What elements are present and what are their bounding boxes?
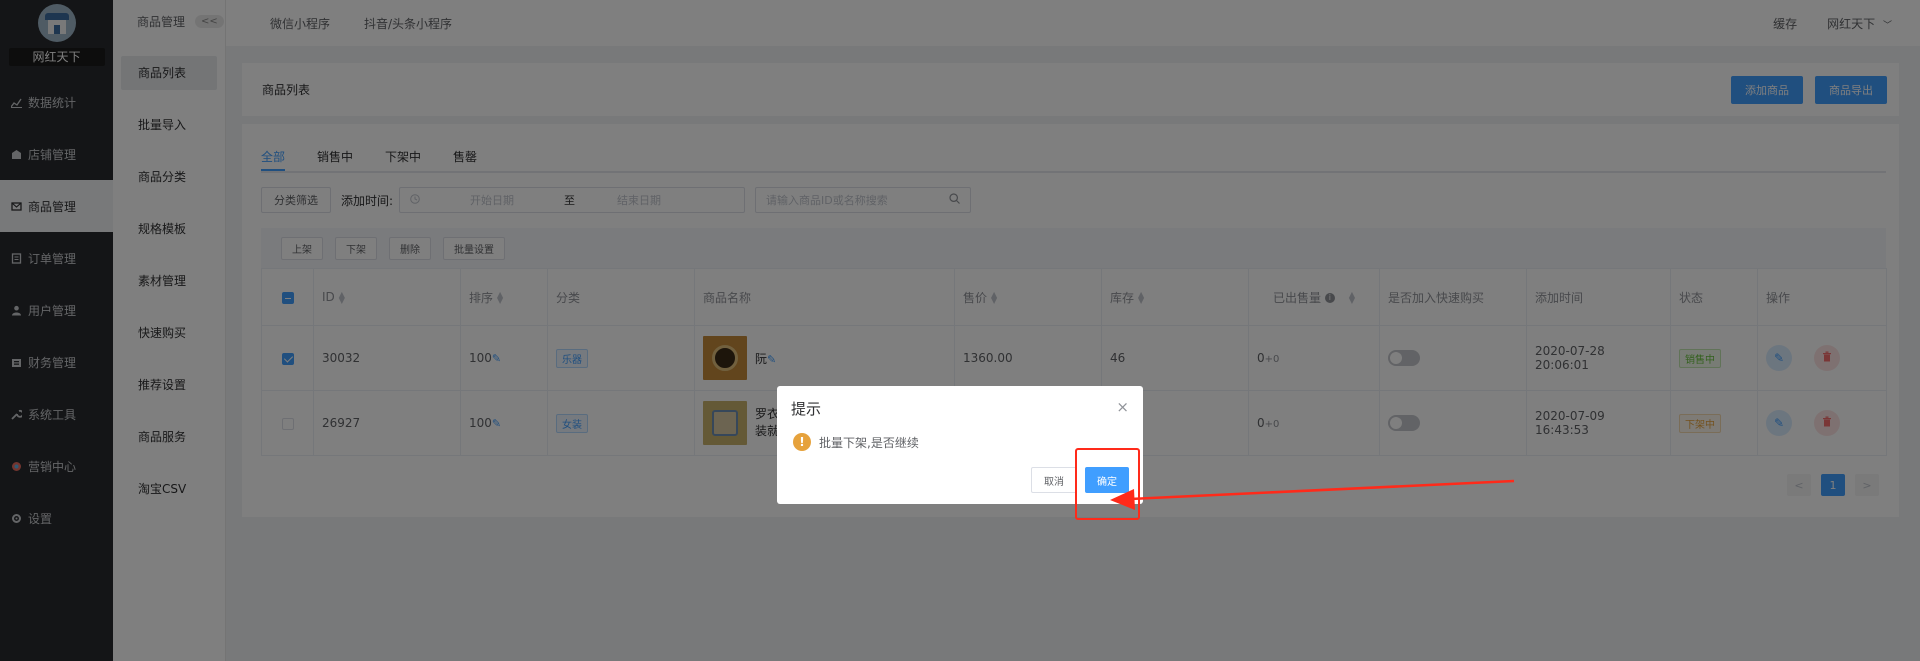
warning-icon: ! bbox=[793, 433, 811, 451]
close-icon[interactable]: × bbox=[1116, 398, 1129, 416]
dialog-message: 批量下架,是否继续 bbox=[819, 435, 919, 450]
modal-overlay bbox=[0, 0, 1920, 661]
annotation-arrow bbox=[1110, 479, 1515, 510]
cancel-button[interactable]: 取消 bbox=[1031, 467, 1077, 493]
dialog-message-row: ! 批量下架,是否继续 bbox=[793, 433, 919, 451]
app-root: 网红天下 数据统计 店铺管理 商品管理 订单管理 用户管理 bbox=[0, 0, 1920, 661]
dialog-title: 提示 bbox=[791, 400, 822, 418]
